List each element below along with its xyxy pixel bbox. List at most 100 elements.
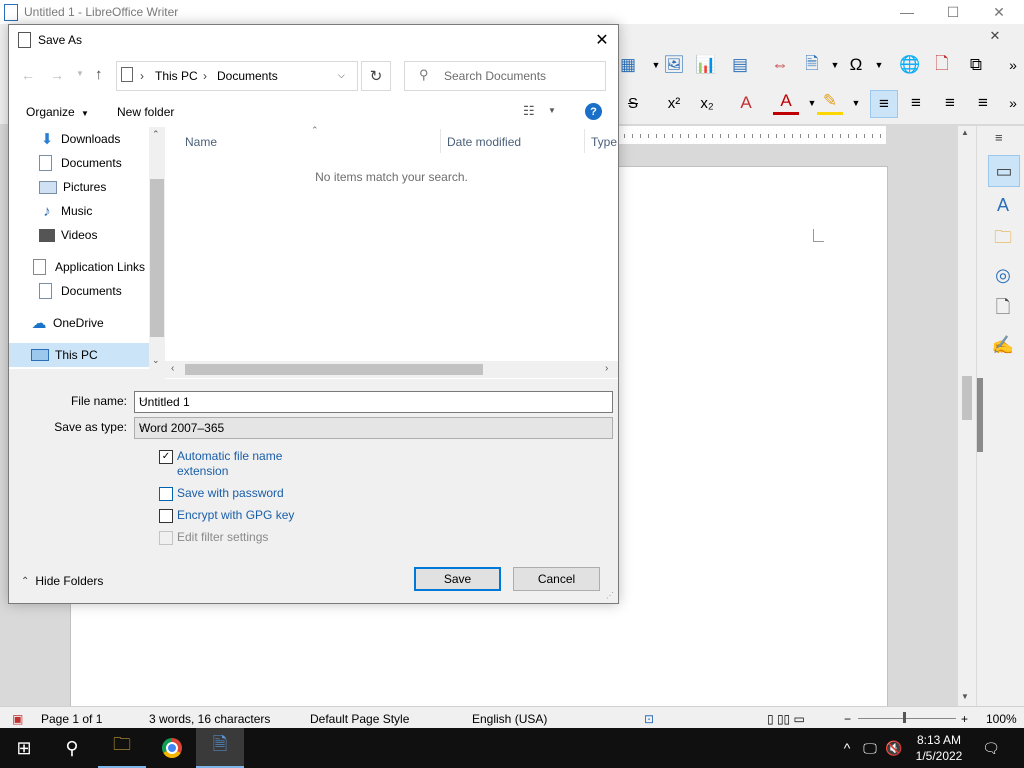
insert-page-break-icon[interactable]: ⇔ xyxy=(767,52,793,78)
refresh-icon[interactable]: ↻ xyxy=(361,61,391,91)
search-icon[interactable]: ⚲ xyxy=(48,728,96,768)
view-layout-icons[interactable]: ▯ ▯▯ ▭ xyxy=(767,712,805,726)
font-color-icon[interactable]: A xyxy=(773,90,799,115)
column-type[interactable]: Type xyxy=(591,135,617,149)
hyperlink-icon[interactable]: 🌐 xyxy=(897,52,923,78)
dropdown-icon[interactable]: ▼ xyxy=(843,90,869,116)
address-bar[interactable]: › This PC › Documents ⌵ xyxy=(116,61,358,91)
selection-mode-icon[interactable]: ⊡ xyxy=(644,712,654,726)
start-button[interactable]: ⊞ xyxy=(0,728,48,768)
writer-taskbar-icon[interactable]: 🗎 xyxy=(196,728,244,768)
scroll-thumb[interactable] xyxy=(185,364,483,375)
close-button[interactable]: ✕ xyxy=(976,0,1022,24)
zoom-in-icon[interactable]: + xyxy=(961,712,968,726)
breadcrumb-documents[interactable]: Documents xyxy=(217,69,278,83)
scroll-down-icon[interactable]: ⌄ xyxy=(152,355,160,366)
search-placeholder: Search Documents xyxy=(444,69,547,83)
align-center-icon[interactable]: ≡ xyxy=(903,90,929,116)
save-type-select[interactable]: Word 2007–365 ⌵ xyxy=(134,417,613,439)
align-left-icon[interactable]: ≡ xyxy=(870,90,898,118)
encrypt-gpg-checkbox[interactable]: Encrypt with GPG key xyxy=(159,508,294,523)
view-options-icon[interactable]: ☷ xyxy=(523,103,535,119)
subscript-icon[interactable]: x₂ xyxy=(694,90,720,116)
more-tools-icon[interactable]: » xyxy=(1000,52,1024,78)
column-name[interactable]: Name xyxy=(185,135,217,149)
styles-icon[interactable]: A xyxy=(988,190,1018,220)
zoom-slider-thumb[interactable] xyxy=(903,712,906,723)
auto-extension-checkbox[interactable]: ✓ Automatic file name extension xyxy=(159,449,282,479)
highlight-icon[interactable]: ✎ xyxy=(817,90,843,115)
maximize-button[interactable]: ☐ xyxy=(930,0,976,24)
network-icon[interactable]: 🖵 xyxy=(860,728,880,768)
insert-textbox-icon[interactable]: ▤ xyxy=(727,52,753,78)
dialog-close-icon[interactable]: ✕ xyxy=(591,29,613,51)
new-folder-button[interactable]: New folder xyxy=(117,105,174,119)
file-list-hscrollbar[interactable]: ‹ › xyxy=(165,361,618,378)
strikethrough-icon[interactable]: S xyxy=(620,90,646,116)
scroll-thumb[interactable] xyxy=(962,376,972,420)
close-document-button[interactable]: ✕ xyxy=(982,26,1008,46)
up-arrow-icon[interactable]: ↑ xyxy=(95,66,103,83)
scroll-up-icon[interactable]: ▲ xyxy=(961,128,969,137)
word-count[interactable]: 3 words, 16 characters xyxy=(149,712,270,726)
scroll-right-icon[interactable]: › xyxy=(605,363,608,374)
volume-muted-icon[interactable]: 🔇 xyxy=(884,728,904,768)
nav-item-this-pc[interactable]: This PC xyxy=(9,343,149,367)
file-explorer-icon[interactable]: 🗀 xyxy=(98,728,146,768)
insert-chart-icon[interactable]: 📊 xyxy=(693,52,719,78)
page-icon[interactable]: 🗋 xyxy=(988,295,1018,325)
save-type-label: Save as type: xyxy=(54,420,127,434)
save-with-password-checkbox[interactable]: Save with password xyxy=(159,486,284,501)
tray-overflow-icon[interactable]: ^ xyxy=(838,728,856,768)
hide-folders-button[interactable]: ⌃ Hide Folders xyxy=(21,574,103,588)
zoom-out-icon[interactable]: − xyxy=(844,712,851,726)
dropdown-icon[interactable]: ▼ xyxy=(866,52,892,78)
organize-button[interactable]: Organize ▼ xyxy=(26,105,89,119)
justify-icon[interactable]: ≡ xyxy=(970,90,996,116)
back-arrow-icon[interactable]: ← xyxy=(21,67,35,83)
align-right-icon[interactable]: ≡ xyxy=(937,90,963,116)
save-button[interactable]: Save xyxy=(414,567,501,591)
clock[interactable]: 8:13 AM 1/5/2022 xyxy=(910,728,968,768)
chevron-down-icon[interactable]: ⌵ xyxy=(139,394,608,405)
scroll-left-icon[interactable]: ‹ xyxy=(171,363,174,374)
insert-image-icon[interactable]: 🖼 xyxy=(661,52,687,78)
search-box[interactable]: ⚲ Search Documents xyxy=(404,61,606,91)
manage-changes-icon[interactable]: ✍ xyxy=(988,330,1018,360)
address-dropdown-icon[interactable]: ⌵ xyxy=(338,70,345,81)
sidebar-collapse-handle[interactable] xyxy=(977,378,983,452)
forward-arrow-icon[interactable]: → xyxy=(50,67,64,83)
document-vertical-scrollbar[interactable]: ▲ ▼ xyxy=(958,126,976,706)
page-style[interactable]: Default Page Style xyxy=(310,712,409,726)
language[interactable]: English (USA) xyxy=(472,712,547,726)
file-list-pane[interactable]: ⌃ Name Date modified Type No items match… xyxy=(165,125,618,379)
superscript-icon[interactable]: x² xyxy=(661,90,687,116)
page-count[interactable]: Page 1 of 1 xyxy=(41,712,102,726)
scroll-up-icon[interactable]: ⌃ xyxy=(152,129,160,140)
scroll-thumb[interactable] xyxy=(150,179,164,337)
sidebar-menu-icon[interactable]: ≡ xyxy=(995,130,1003,145)
help-icon[interactable]: ? xyxy=(585,103,602,120)
bookmark-icon[interactable]: ⧉ xyxy=(963,52,989,78)
file-name-input[interactable]: Untitled 1 ⌵ xyxy=(134,391,613,413)
column-date-modified[interactable]: Date modified xyxy=(447,135,521,149)
footnote-icon[interactable]: 🗋 xyxy=(929,52,955,78)
scroll-down-icon[interactable]: ▼ xyxy=(961,692,969,701)
save-as-dialog: Save As ✕ ← → ▼ ↑ › This PC › Documents … xyxy=(8,24,619,604)
zoom-slider[interactable] xyxy=(858,718,956,719)
view-dropdown-icon[interactable]: ▼ xyxy=(548,106,556,115)
more-format-icon[interactable]: » xyxy=(1000,90,1024,116)
cancel-button[interactable]: Cancel xyxy=(513,567,600,591)
properties-icon[interactable]: ▭ xyxy=(988,155,1020,187)
gallery-icon[interactable]: 🗀 xyxy=(988,225,1018,255)
recent-locations-icon[interactable]: ▼ xyxy=(76,69,84,78)
chrome-icon[interactable] xyxy=(148,728,196,768)
notifications-icon[interactable]: 🗨 xyxy=(978,728,1004,768)
navigator-icon[interactable]: ◎ xyxy=(988,260,1018,290)
resize-grip-icon[interactable]: ⋰ xyxy=(606,591,614,600)
clear-formatting-icon[interactable]: A xyxy=(733,90,759,116)
zoom-level[interactable]: 100% xyxy=(986,712,1017,726)
nav-pane-scrollbar[interactable]: ⌃ ⌄ xyxy=(149,127,165,369)
breadcrumb-this-pc[interactable]: This PC xyxy=(155,69,198,83)
minimize-button[interactable]: — xyxy=(884,0,930,24)
